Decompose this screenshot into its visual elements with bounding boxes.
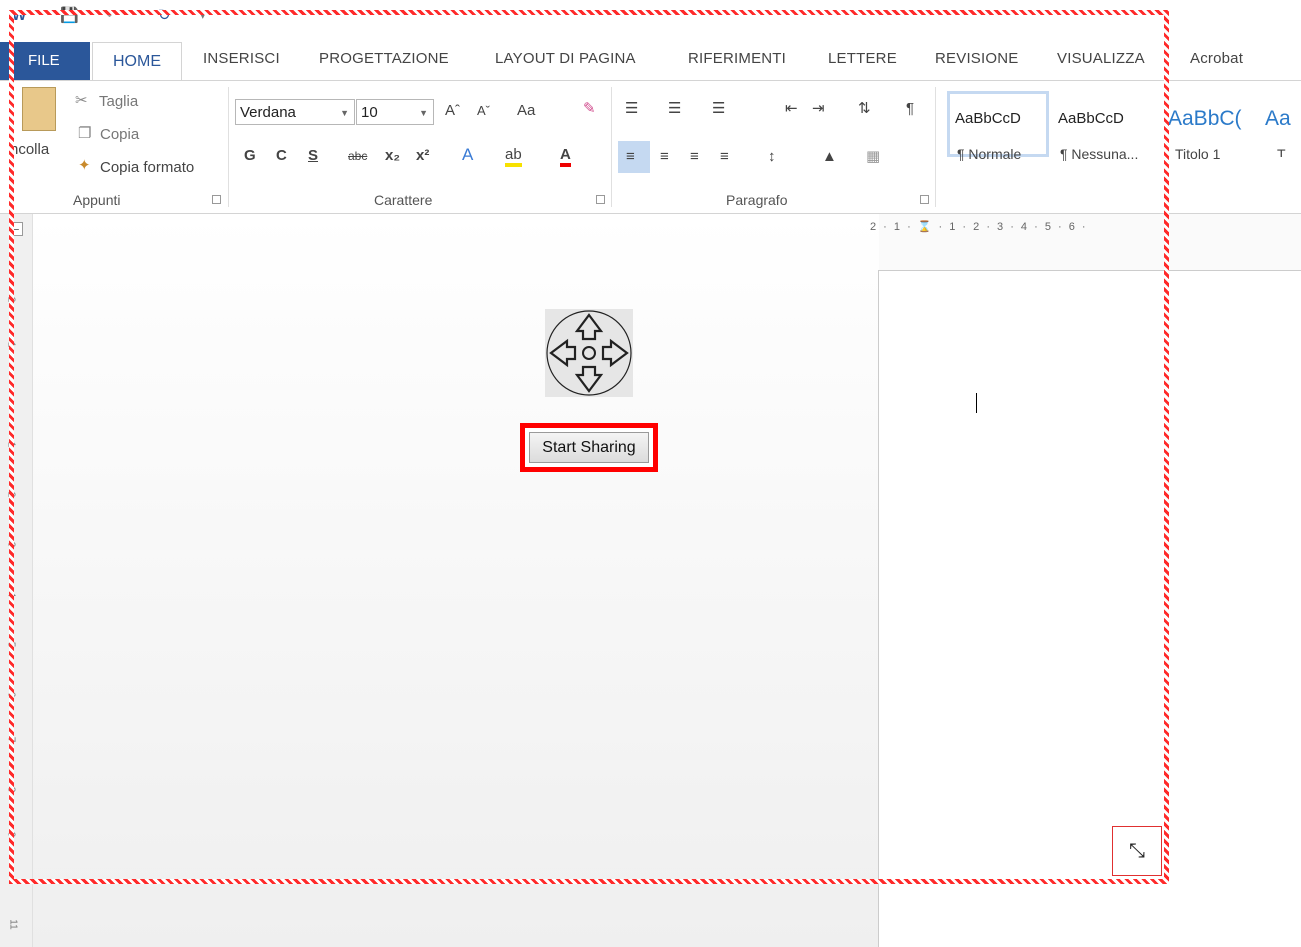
- style-preview: AaBbC(: [1168, 107, 1242, 130]
- style-name: T: [1277, 146, 1286, 157]
- style-title[interactable]: Aa T: [1265, 91, 1301, 157]
- style-preview: Aa: [1265, 107, 1291, 130]
- resize-handle-icon[interactable]: ⤡: [1112, 826, 1162, 876]
- tab-acrobat[interactable]: Acrobat: [1190, 50, 1243, 72]
- capture-region-border: [9, 10, 1169, 884]
- ruler-number: 11: [7, 919, 19, 930]
- style-name: Titolo 1: [1175, 146, 1221, 162]
- style-heading-1[interactable]: AaBbC( Titolo 1: [1165, 91, 1265, 162]
